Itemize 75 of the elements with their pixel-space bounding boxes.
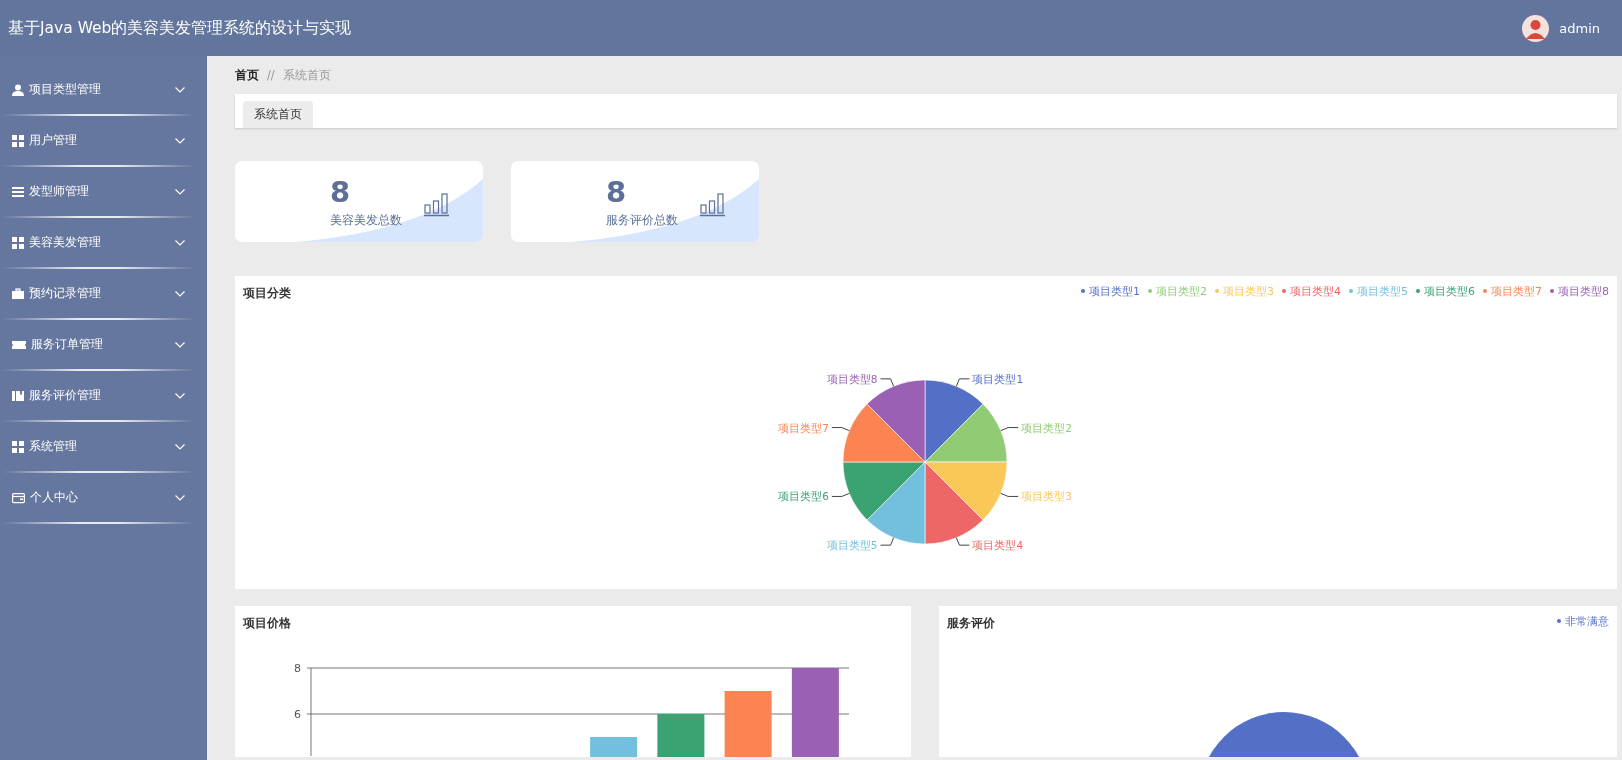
pie-slice[interactable] xyxy=(924,461,1008,521)
sidebar-item[interactable]: 发型师管理 xyxy=(0,167,207,216)
grid-icon xyxy=(12,236,24,249)
breadcrumb-separator: // xyxy=(267,68,275,82)
leader-line xyxy=(955,378,970,387)
pie-slice[interactable] xyxy=(924,403,1008,463)
sidebar-item[interactable]: 服务评价管理 xyxy=(0,371,207,420)
ticket-icon xyxy=(12,338,26,351)
list-icon xyxy=(12,185,24,198)
briefcase-icon xyxy=(12,287,24,300)
sidebar-item[interactable]: 系统管理 xyxy=(0,422,207,471)
slice-label: 项目类型5 xyxy=(826,539,878,552)
slice-label: 项目类型1 xyxy=(972,372,1024,385)
leader-line xyxy=(831,427,850,432)
bar[interactable] xyxy=(657,714,705,757)
grid-icon xyxy=(12,134,24,147)
leader-line xyxy=(880,537,895,546)
user-icon xyxy=(12,83,24,96)
pie-slice[interactable] xyxy=(842,461,926,521)
panel-title: 项目价格 xyxy=(243,615,291,631)
slice-label: 项目类型4 xyxy=(972,539,1024,552)
bar-chart-icon xyxy=(700,190,726,217)
legend-label[interactable]: 项目类型7 xyxy=(1491,283,1542,299)
slice-label: 项目类型6 xyxy=(778,490,829,503)
chevron-down-icon xyxy=(175,443,185,450)
legend-label[interactable]: 项目类型6 xyxy=(1424,283,1475,299)
chevron-down-icon xyxy=(175,494,185,501)
chevron-down-icon xyxy=(175,290,185,297)
sidebar-item[interactable]: 预约记录管理 xyxy=(0,269,207,318)
tab[interactable]: 系统首页 xyxy=(243,101,313,128)
breadcrumb-link[interactable]: 首页 xyxy=(235,67,259,83)
leader-line xyxy=(955,537,970,546)
legend-label[interactable]: 项目类型1 xyxy=(1089,283,1140,299)
leader-line xyxy=(831,492,850,497)
stat-label: 服务评价总数 xyxy=(606,212,678,228)
user-name[interactable]: admin xyxy=(1559,20,1600,36)
axis-tick-label: 6 xyxy=(294,708,301,721)
slice-label: 项目类型2 xyxy=(1021,421,1072,434)
leader-line xyxy=(1000,427,1019,432)
axis-tick-label: 8 xyxy=(294,662,301,675)
stat-value: 8 xyxy=(606,175,627,208)
leader-line xyxy=(1000,492,1019,497)
slice-label: 项目类型8 xyxy=(826,372,878,385)
chevron-down-icon xyxy=(175,392,185,399)
panel-title: 服务评价 xyxy=(947,615,995,631)
app-title: 基于Java Web的美容美发管理系统的设计与实现 xyxy=(8,17,352,39)
sidebar-item[interactable]: 服务订单管理 xyxy=(0,320,207,369)
legend-label[interactable]: 项目类型4 xyxy=(1290,283,1341,299)
leader-line xyxy=(880,378,895,387)
sidebar-item[interactable]: 用户管理 xyxy=(0,116,207,165)
sidebar-item[interactable]: 个人中心 xyxy=(0,473,207,522)
chevron-down-icon xyxy=(175,137,185,144)
bar-chart-icon xyxy=(424,190,450,217)
slice-label: 项目类型7 xyxy=(778,421,829,434)
slice-label: 项目类型3 xyxy=(1021,490,1072,503)
grid-icon xyxy=(12,440,24,453)
chevron-down-icon xyxy=(175,86,185,93)
wallet-icon xyxy=(12,491,25,504)
bar[interactable] xyxy=(791,668,839,757)
chevron-down-icon xyxy=(175,188,185,195)
stat-label: 美容美发总数 xyxy=(330,212,402,228)
chevron-down-icon xyxy=(175,341,185,348)
legend-label[interactable]: 项目类型8 xyxy=(1558,283,1609,299)
panel-title: 项目分类 xyxy=(243,285,291,301)
pie-slice[interactable] xyxy=(842,403,926,463)
breadcrumb-link[interactable]: 系统首页 xyxy=(282,67,331,83)
sidebar-item[interactable]: 项目类型管理 xyxy=(0,65,207,114)
bar[interactable] xyxy=(590,737,638,757)
sidebar-item[interactable]: 美容美发管理 xyxy=(0,218,207,267)
chevron-down-icon xyxy=(175,239,185,246)
stat-value: 8 xyxy=(330,175,351,208)
bar[interactable] xyxy=(724,691,772,757)
legend-label[interactable]: 非常满意 xyxy=(1565,613,1609,629)
avatar-icon[interactable] xyxy=(1522,14,1550,42)
book-icon xyxy=(12,389,24,402)
